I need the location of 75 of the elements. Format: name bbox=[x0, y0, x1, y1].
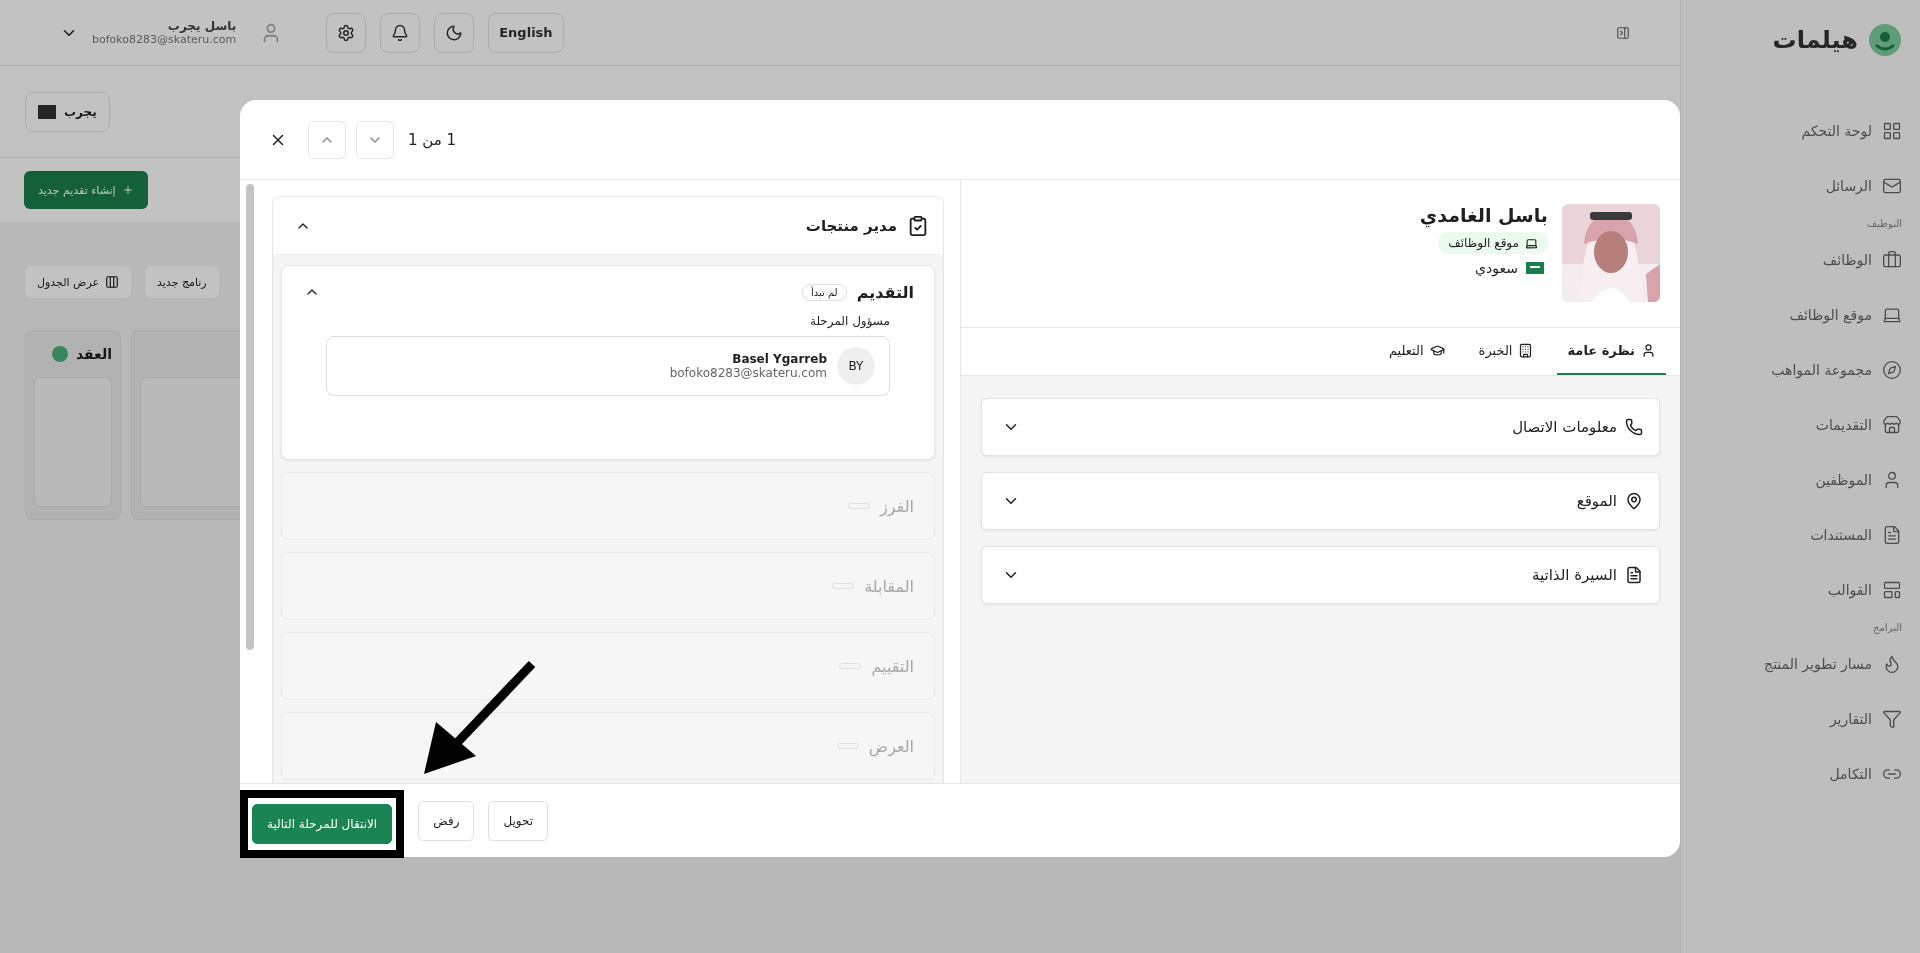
nav-icon bbox=[1882, 709, 1902, 729]
document-icon bbox=[1625, 566, 1643, 584]
stage-name: التقديم bbox=[856, 282, 914, 302]
nav-item[interactable]: التقديمات bbox=[1815, 417, 1872, 433]
graduation-cap-icon bbox=[1429, 343, 1445, 358]
owner-name: Basel Ygarreb bbox=[732, 352, 827, 366]
status-dot bbox=[51, 346, 68, 362]
moon-icon bbox=[445, 23, 464, 42]
square-icon bbox=[38, 104, 56, 119]
nav-item[interactable]: مجموعة المواهب bbox=[1771, 362, 1872, 378]
flag-icon bbox=[1526, 262, 1544, 274]
nav-icon bbox=[1882, 176, 1902, 196]
stage-name: المقابلة bbox=[864, 576, 914, 596]
logo-icon bbox=[1868, 23, 1902, 57]
nav-item[interactable]: مسار تطوير المنتج bbox=[1764, 656, 1872, 672]
scrollbar[interactable] bbox=[246, 184, 254, 650]
settings-button[interactable] bbox=[326, 12, 367, 53]
nav-icon bbox=[1882, 121, 1902, 141]
columns-icon bbox=[105, 275, 119, 289]
source-badge: موقع الوظائف bbox=[1438, 232, 1548, 254]
person-icon bbox=[1641, 343, 1656, 358]
owner-email: bofoko8283@skateru.com bbox=[669, 366, 827, 380]
action-button[interactable]: رفض bbox=[418, 800, 475, 841]
nav-item[interactable]: موقع الوظائف bbox=[1789, 307, 1872, 323]
tab[interactable]: التعليم bbox=[1378, 328, 1455, 375]
notification-button[interactable] bbox=[380, 12, 421, 53]
nav-item[interactable]: الرسائل bbox=[1825, 178, 1872, 194]
nav-icon bbox=[1882, 525, 1902, 545]
candidate-name: باسل الغامدي bbox=[1419, 204, 1548, 226]
owner-label: مسؤول المرحلة bbox=[808, 314, 890, 328]
theme-button[interactable] bbox=[434, 12, 475, 53]
nav-item[interactable]: التكامل bbox=[1829, 766, 1872, 782]
building-icon bbox=[1518, 343, 1534, 358]
stage-name: الفرز bbox=[880, 496, 914, 516]
column-title: العقد bbox=[75, 346, 112, 362]
phone-icon bbox=[1625, 418, 1643, 436]
nav-icon bbox=[1882, 580, 1902, 600]
view-button[interactable]: رنامج جديد bbox=[145, 266, 219, 298]
view-button[interactable]: عرض الجدول bbox=[25, 266, 131, 298]
nav-section-label: التوظيف bbox=[1865, 218, 1902, 229]
laptop-icon bbox=[1525, 236, 1538, 250]
nav-section-label: البرامج bbox=[1872, 622, 1902, 633]
nav-item[interactable]: لوحة التحكم bbox=[1801, 123, 1872, 139]
logo-text: هيلمات bbox=[1772, 26, 1858, 54]
create-button[interactable]: إنشاء تقديم جديد bbox=[24, 171, 148, 209]
nav-item[interactable]: المستندات bbox=[1810, 527, 1872, 543]
user-email: bofoko8283@skateru.com bbox=[92, 33, 237, 46]
nationality: سعودي bbox=[1475, 260, 1518, 276]
language-button[interactable]: English bbox=[488, 12, 564, 53]
collapse-icon[interactable] bbox=[1616, 25, 1630, 40]
section-header[interactable]: الموقع bbox=[981, 472, 1660, 530]
stage-name: العرض bbox=[868, 736, 914, 756]
tab[interactable]: الخبرة bbox=[1468, 328, 1544, 375]
clipboard-check-icon bbox=[907, 214, 929, 237]
nav-icon bbox=[1882, 415, 1902, 435]
bell-icon bbox=[391, 23, 410, 42]
job-title: مدير منتجات bbox=[805, 216, 897, 235]
section-header[interactable]: معلومات الاتصال bbox=[981, 398, 1660, 456]
nav-item[interactable]: التقارير bbox=[1829, 711, 1872, 727]
action-button[interactable]: تحويل bbox=[488, 800, 549, 841]
settings-icon bbox=[337, 23, 356, 42]
plus-icon bbox=[121, 184, 134, 196]
initials-avatar: BY bbox=[837, 347, 875, 385]
nav-item[interactable]: القوالب bbox=[1827, 582, 1872, 598]
nav-item[interactable]: الوظائف bbox=[1822, 252, 1872, 268]
user-name: باسل يجرب bbox=[167, 19, 237, 33]
action-button[interactable]: الانتقال للمرحلة التالية bbox=[252, 803, 393, 844]
record-counter: 1 من 1 bbox=[408, 130, 457, 149]
nav-icon bbox=[1882, 250, 1902, 270]
section-header[interactable]: السيرة الذاتية bbox=[981, 546, 1660, 604]
toolbar-button[interactable]: يجرب bbox=[25, 91, 110, 132]
nav-icon bbox=[1882, 360, 1902, 380]
map-pin-icon bbox=[1625, 492, 1643, 510]
nav-item[interactable]: الموظفين bbox=[1815, 472, 1872, 488]
stage-name: التقييم bbox=[871, 656, 914, 676]
